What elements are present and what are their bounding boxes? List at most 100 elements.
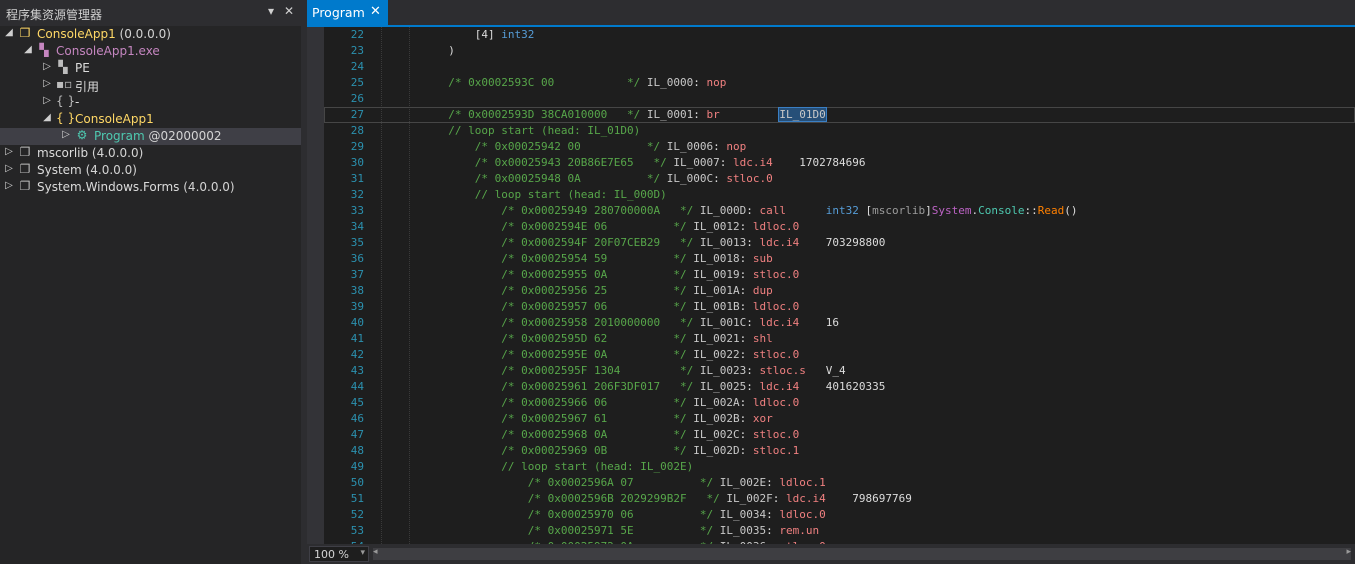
code-line[interactable]: 40 /* 0x00025958 2010000000 */ IL_001C: … — [324, 315, 1355, 331]
code-token[interactable]: IL_0022 — [693, 348, 739, 361]
code-token: : — [772, 492, 787, 505]
code-line[interactable]: 50 /* 0x0002596A 07 */ IL_002E: ldloc.1 — [324, 475, 1355, 491]
tree-item[interactable]: ▷ ⚙ Program @02000002 — [0, 128, 301, 145]
tree-item[interactable]: ▷ ❐ System (4.0.0.0) — [0, 162, 301, 179]
zoom-dropdown-icon[interactable]: ▾ — [360, 548, 365, 558]
code-line[interactable]: 42 /* 0x0002595E 0A */ IL_0022: stloc.0 — [324, 347, 1355, 363]
code-token: : — [739, 252, 753, 265]
collapsed-arrow-icon[interactable]: ▷ — [4, 180, 14, 191]
code-token[interactable]: IL_001C — [700, 316, 746, 329]
tab-close-icon[interactable]: ✕ — [370, 4, 381, 19]
panel-close-icon[interactable]: ✕ — [284, 4, 294, 18]
tree-item[interactable]: ▷ { } - — [0, 94, 301, 111]
code-line[interactable]: 26 — [324, 91, 1355, 107]
code-token[interactable]: IL_001A — [693, 284, 739, 297]
zoom-select[interactable]: 100 % ▾ — [309, 546, 369, 562]
scroll-right-icon[interactable]: ▸ — [1346, 547, 1351, 557]
code-token: : — [746, 316, 760, 329]
panel-menu-dropdown-icon[interactable]: ▾ — [268, 4, 274, 18]
code-line[interactable]: 22 [4] int32 — [324, 27, 1355, 43]
code-token[interactable]: IL_000C — [667, 172, 713, 185]
code-line[interactable]: 49 // loop start (head: IL_002E) — [324, 459, 1355, 475]
tree-item[interactable]: ▷ ▚ PE — [0, 60, 301, 77]
code-line[interactable]: 33 /* 0x00025949 280700000A */ IL_000D: … — [324, 203, 1355, 219]
collapsed-arrow-icon[interactable]: ▷ — [4, 146, 14, 157]
code-view[interactable]: 22 [4] int32 23 ) 24 25 /* 0x0002593C 00 */… — [324, 27, 1355, 544]
expanded-arrow-icon[interactable]: ◢ — [23, 44, 33, 55]
tree-item[interactable]: ◢ ▚ ConsoleApp1.exe — [0, 43, 301, 60]
code-line[interactable]: 28 // loop start (head: IL_01D0) — [324, 123, 1355, 139]
code-token[interactable]: IL_0013 — [700, 236, 746, 249]
tab-program[interactable]: Program ✕ — [307, 0, 388, 25]
code-token[interactable]: IL_0000 — [647, 76, 693, 89]
code-line[interactable]: 44 /* 0x00025961 206F3DF017 */ IL_0025: … — [324, 379, 1355, 395]
tree-item-label: mscorlib (4.0.0.0) — [37, 146, 143, 160]
code-token[interactable]: Console — [978, 204, 1024, 217]
code-line[interactable]: 43 /* 0x0002595F 1304 */ IL_0023: stloc.… — [324, 363, 1355, 379]
collapsed-arrow-icon[interactable]: ▷ — [42, 78, 52, 89]
code-line[interactable]: 24 — [324, 59, 1355, 75]
code-token[interactable]: IL_0001 — [647, 108, 693, 121]
code-token[interactable]: System — [932, 204, 972, 217]
code-token[interactable]: IL_001B — [693, 300, 739, 313]
code-line[interactable]: 38 /* 0x00025956 25 */ IL_001A: dup — [324, 283, 1355, 299]
code-line[interactable]: 25 /* 0x0002593C 00 */ IL_0000: nop — [324, 75, 1355, 91]
code-token[interactable]: IL_002A — [693, 396, 739, 409]
code-line[interactable]: 35 /* 0x0002594F 20F07CEB29 */ IL_0013: … — [324, 235, 1355, 251]
code-token[interactable]: IL_0034 — [720, 508, 766, 521]
code-token[interactable]: Read — [1038, 204, 1065, 217]
collapsed-arrow-icon[interactable]: ▷ — [4, 163, 14, 174]
tree-item[interactable]: ◢ ❐ ConsoleApp1 (0.0.0.0) — [0, 26, 301, 43]
code-line[interactable]: 37 /* 0x00025955 0A */ IL_0019: stloc.0 — [324, 267, 1355, 283]
tree-item[interactable]: ▷ ❐ System.Windows.Forms (4.0.0.0) — [0, 179, 301, 196]
code-line[interactable]: 53 /* 0x00025971 5E */ IL_0035: rem.un — [324, 523, 1355, 539]
code-token[interactable]: IL_0007 — [673, 156, 719, 169]
code-line[interactable]: 47 /* 0x00025968 0A */ IL_002C: stloc.0 — [324, 427, 1355, 443]
code-token[interactable]: IL_0021 — [693, 332, 739, 345]
code-token[interactable]: IL_0025 — [700, 380, 746, 393]
code-line[interactable]: 52 /* 0x00025970 06 */ IL_0034: ldloc.0 — [324, 507, 1355, 523]
tree-item[interactable]: ◢ { } ConsoleApp1 — [0, 111, 301, 128]
code-token[interactable]: IL_0006 — [667, 140, 713, 153]
code-token[interactable]: IL_002F — [726, 492, 772, 505]
code-token: mscorlib — [872, 204, 926, 217]
code-line[interactable]: 48 /* 0x00025969 0B */ IL_002D: stloc.1 — [324, 443, 1355, 459]
tree-item[interactable]: ▷ ❐ mscorlib (4.0.0.0) — [0, 145, 301, 162]
expanded-arrow-icon[interactable]: ◢ — [42, 112, 52, 123]
code-token[interactable]: IL_002D — [693, 444, 739, 457]
code-token[interactable]: IL_000D — [700, 204, 746, 217]
tree-item[interactable]: ▷ ▪▫ 引用 — [0, 77, 301, 94]
code-line[interactable]: 34 /* 0x0002594E 06 */ IL_0012: ldloc.0 — [324, 219, 1355, 235]
code-line[interactable]: 30 /* 0x00025943 20B86E7E65 */ IL_0007: … — [324, 155, 1355, 171]
code-token[interactable]: IL_0023 — [700, 364, 746, 377]
line-number: 46 — [350, 412, 364, 425]
code-token[interactable]: IL_002C — [693, 428, 739, 441]
code-line[interactable]: 23 ) — [324, 43, 1355, 59]
code-line[interactable]: 31 /* 0x00025948 0A */ IL_000C: stloc.0 — [324, 171, 1355, 187]
collapsed-arrow-icon[interactable]: ▷ — [61, 129, 71, 140]
expanded-arrow-icon[interactable]: ◢ — [4, 27, 14, 38]
code-line[interactable]: 32 // loop start (head: IL_000D) — [324, 187, 1355, 203]
horizontal-scrollbar[interactable]: ◂ ▸ — [373, 547, 1351, 560]
collapsed-arrow-icon[interactable]: ▷ — [42, 61, 52, 72]
code-text: /* 0x00025969 0B */ IL_002D: stloc.1 — [435, 443, 799, 459]
code-line[interactable]: 36 /* 0x00025954 59 */ IL_0018: sub — [324, 251, 1355, 267]
code-line[interactable]: 29 /* 0x00025942 00 */ IL_0006: nop — [324, 139, 1355, 155]
label-reference-link[interactable]: IL_01D0 — [778, 107, 827, 122]
code-line[interactable]: 27 /* 0x0002593D 38CA010000 */ IL_0001: … — [324, 107, 1355, 123]
code-token[interactable]: IL_0012 — [693, 220, 739, 233]
code-line[interactable]: 46 /* 0x00025967 61 */ IL_002B: xor — [324, 411, 1355, 427]
code-token[interactable]: IL_0018 — [693, 252, 739, 265]
code-token: stloc.0 — [752, 348, 800, 361]
code-line[interactable]: 51 /* 0x0002596B 2029299B2F */ IL_002F: … — [324, 491, 1355, 507]
code-line[interactable]: 45 /* 0x00025966 06 */ IL_002A: ldloc.0 — [324, 395, 1355, 411]
code-token[interactable]: IL_0035 — [720, 524, 766, 537]
code-line[interactable]: 41 /* 0x0002595D 62 */ IL_0021: shl — [324, 331, 1355, 347]
code-token[interactable]: IL_0019 — [693, 268, 739, 281]
collapsed-arrow-icon[interactable]: ▷ — [42, 95, 52, 106]
scroll-left-icon[interactable]: ◂ — [373, 547, 378, 557]
code-line[interactable]: 39 /* 0x00025957 06 */ IL_001B: ldloc.0 — [324, 299, 1355, 315]
code-token[interactable]: IL_002B — [693, 412, 739, 425]
code-token[interactable]: IL_002E — [720, 476, 766, 489]
